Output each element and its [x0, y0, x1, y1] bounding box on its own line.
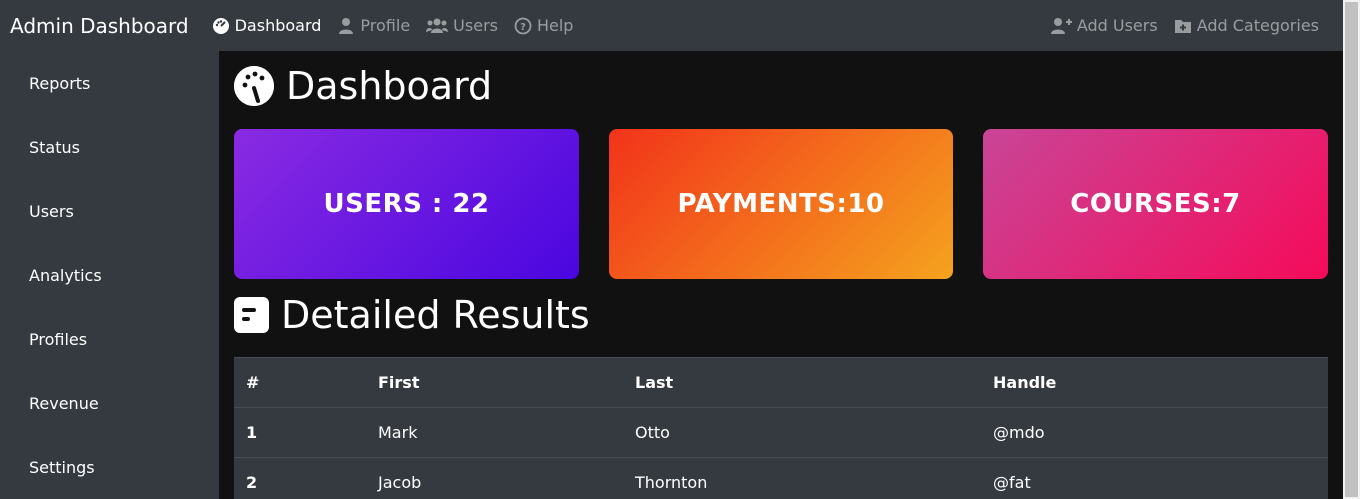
folder-plus-icon [1174, 17, 1192, 35]
nav-link-users[interactable]: Users [426, 16, 498, 35]
results-table: # First Last Handle 1 Mark Otto @mdo 2 J… [234, 357, 1328, 499]
tachometer-icon [212, 17, 230, 35]
sidebar-item-users[interactable]: Users [29, 202, 74, 221]
table-cell: Mark [378, 423, 418, 442]
payments-card-label: PAYMENTS:10 [677, 189, 885, 219]
user-icon [337, 17, 355, 35]
table-cell: 1 [246, 423, 258, 442]
page-title: Dashboard [234, 64, 492, 108]
add-categories-link[interactable]: Add Categories [1174, 16, 1319, 35]
payments-card[interactable]: PAYMENTS:10 [609, 129, 953, 279]
nav-link-label: Add Categories [1196, 16, 1319, 35]
table-row[interactable]: 1 Mark Otto @mdo [234, 408, 1328, 458]
section-title-text: Detailed Results [281, 293, 590, 337]
nav-link-profile[interactable]: Profile [337, 16, 410, 35]
table-header-cell: # [246, 373, 260, 392]
table-cell: @mdo [993, 423, 1045, 442]
nav-link-help[interactable]: ? Help [514, 16, 573, 35]
section-title: Detailed Results [234, 293, 590, 337]
nav-link-label: Users [453, 16, 498, 35]
users-card[interactable]: USERS : 22 [234, 129, 579, 279]
user-plus-icon [1050, 17, 1072, 35]
courses-card-label: COURSES:7 [1070, 189, 1241, 219]
table-row[interactable]: 2 Jacob Thornton @fat [234, 458, 1328, 499]
sidebar-item-status[interactable]: Status [29, 138, 80, 157]
nav-right: Add Users Add Categories [1034, 16, 1319, 35]
page-title-text: Dashboard [286, 64, 493, 108]
table-header-row: # First Last Handle [234, 358, 1328, 408]
table-cell: Jacob [378, 473, 422, 492]
users-card-label: USERS : 22 [323, 189, 490, 219]
sidebar-item-revenue[interactable]: Revenue [29, 394, 99, 413]
table-header-cell: Handle [993, 373, 1057, 392]
list-alt-icon [234, 297, 269, 333]
table-cell: Otto [635, 423, 670, 442]
nav-link-label: Dashboard [234, 16, 322, 35]
top-navbar: Admin Dashboard Dashboard Profile Users … [0, 0, 1343, 51]
svg-text:?: ? [520, 22, 526, 33]
nav-link-label: Help [536, 16, 574, 35]
stat-cards: USERS : 22 PAYMENTS:10 COURSES:7 [234, 129, 1328, 279]
table-cell: Thornton [635, 473, 708, 492]
question-circle-icon: ? [514, 17, 532, 35]
users-icon [426, 17, 449, 35]
sidebar-item-profiles[interactable]: Profiles [29, 330, 87, 349]
sidebar: Reports Status Users Analytics Profiles … [0, 51, 219, 499]
vertical-scrollbar[interactable] [1343, 0, 1360, 499]
nav-link-label: Add Users [1076, 16, 1158, 35]
nav-link-label: Profile [360, 16, 411, 35]
scrollbar-thumb[interactable] [1345, 2, 1358, 497]
table-cell: @fat [993, 473, 1031, 492]
nav-link-dashboard[interactable]: Dashboard [212, 16, 322, 35]
sidebar-item-analytics[interactable]: Analytics [29, 266, 102, 285]
tachometer-icon [234, 66, 274, 106]
brand-title[interactable]: Admin Dashboard [10, 14, 189, 38]
table-header-cell: Last [635, 373, 674, 392]
table-cell: 2 [246, 473, 258, 492]
sidebar-item-reports[interactable]: Reports [29, 74, 90, 93]
table-header-cell: First [378, 373, 420, 392]
nav-links: Dashboard Profile Users ? Help [212, 16, 590, 35]
courses-card[interactable]: COURSES:7 [983, 129, 1328, 279]
sidebar-item-settings[interactable]: Settings [29, 458, 95, 477]
add-users-link[interactable]: Add Users [1050, 16, 1158, 35]
